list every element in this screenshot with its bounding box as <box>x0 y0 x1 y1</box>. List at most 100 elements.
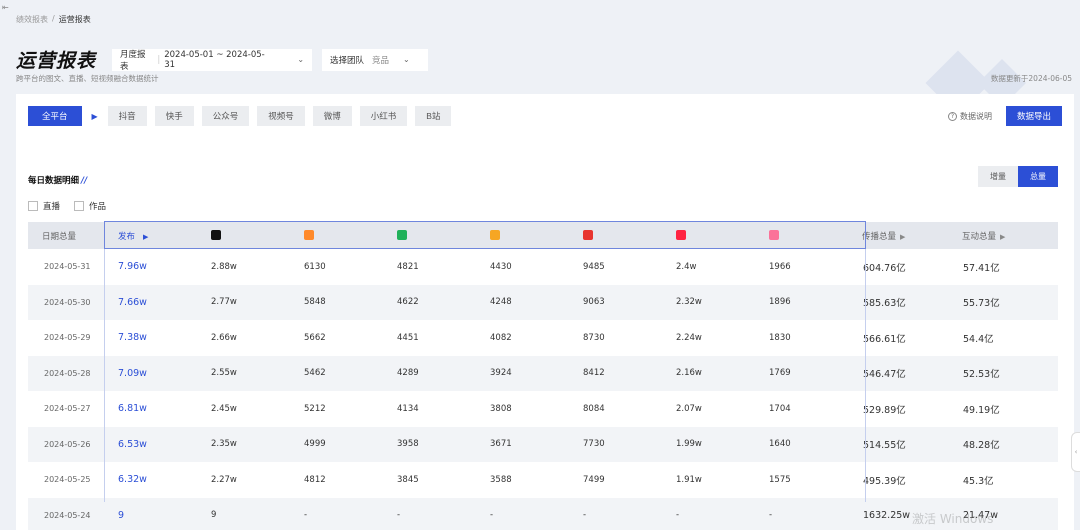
cell-douyin: 2.35w <box>211 439 237 450</box>
cell-wechat-channels: 3924 <box>490 368 512 379</box>
header-xiaohongshu <box>662 230 755 241</box>
cell-wechat-official: 4134 <box>397 403 419 414</box>
tab-xiaohongshu[interactable]: 小红书 <box>359 106 408 126</box>
cell-weibo: 7730 <box>583 439 605 450</box>
cell-douyin: 2.55w <box>211 368 237 379</box>
cell-weibo: 9485 <box>583 261 605 272</box>
wechat-channels-icon <box>490 230 500 241</box>
cell-date: 2024-05-29 <box>44 333 91 343</box>
breadcrumb-parent[interactable]: 绩效报表 <box>16 14 48 25</box>
cell-spread-total: 585.63亿 <box>863 298 906 310</box>
table-header-row: 日期总量 发布 ▶ 传播总量 ▶ 互动总量 ▶ <box>28 222 1058 249</box>
cell-kuaishou: 6130 <box>304 261 326 272</box>
cell-bilibili: 1575 <box>769 474 791 485</box>
kuaishou-icon <box>304 230 314 241</box>
cell-spread-total: 546.47亿 <box>863 369 906 381</box>
cell-kuaishou: 5212 <box>304 403 326 414</box>
cell-publish[interactable]: 6.81w <box>104 403 197 414</box>
cell-bilibili: 1966 <box>769 261 791 272</box>
header-interact-total[interactable]: 互动总量 ▶ <box>948 230 1058 242</box>
cell-spread-total: 495.39亿 <box>863 475 906 487</box>
filter-works-label: 作品 <box>89 202 107 212</box>
checkbox[interactable] <box>28 201 38 211</box>
cell-wechat-official: 4451 <box>397 332 419 343</box>
cell-publish[interactable]: 7.38w <box>104 332 197 343</box>
cell-weibo: 8084 <box>583 403 605 414</box>
cell-publish[interactable]: 9 <box>104 510 197 521</box>
os-watermark: 激活 Windows <box>912 512 994 526</box>
cell-bilibili: 1704 <box>769 403 791 414</box>
header-wechat-channels <box>476 230 569 241</box>
page-subtitle: 跨平台的图文、直播、短视频融合数据统计 <box>16 74 159 83</box>
header-interact-label: 互动总量 <box>962 231 997 242</box>
cell-date: 2024-05-25 <box>44 475 91 485</box>
filter-works[interactable]: 作品 <box>74 200 106 212</box>
chevron-down-icon: ⌄ <box>297 55 305 64</box>
tab-wechat-channels[interactable]: 视频号 <box>257 106 305 126</box>
tab-wechat-official[interactable]: 公众号 <box>201 106 250 126</box>
cell-publish[interactable]: 6.32w <box>104 474 197 485</box>
page-title: 运营报表 <box>16 50 97 72</box>
cell-interact-total: 49.19亿 <box>963 404 1000 416</box>
header-bilibili <box>755 230 848 241</box>
cell-interact-total: 55.73亿 <box>963 298 1000 310</box>
cell-wechat-channels: 3588 <box>490 474 512 485</box>
header-weibo <box>569 230 662 241</box>
cell-publish[interactable]: 7.66w <box>104 297 197 308</box>
checkbox[interactable] <box>74 201 85 211</box>
cell-kuaishou: 4999 <box>304 439 326 450</box>
header-wechat-official <box>383 230 476 241</box>
team-select-dropdown[interactable]: 选择团队 竞品 ⌄ <box>322 48 429 71</box>
header-spread-label: 传播总量 <box>862 231 897 242</box>
date-range-value: 2024-05-01 ~ 2024-05-31 <box>164 49 265 70</box>
cell-bilibili: 1769 <box>769 368 791 379</box>
cell-douyin: 2.66w <box>211 332 237 343</box>
tab-all-platforms[interactable]: 全平台 <box>28 106 82 126</box>
cell-date: 2024-05-28 <box>44 368 91 378</box>
cell-interact-total: 54.4亿 <box>963 333 994 345</box>
wechat-official-icon <box>397 230 407 241</box>
header-spread-total[interactable]: 传播总量 ▶ <box>848 230 948 242</box>
cell-date: 2024-05-31 <box>44 262 91 272</box>
breadcrumb-current: 运营报表 <box>58 15 91 24</box>
cell-wechat-official: 3845 <box>397 474 419 485</box>
side-scroll-tab[interactable]: ‹ <box>1071 432 1080 472</box>
cell-weibo: 7499 <box>583 474 605 485</box>
cell-publish[interactable]: 7.09w <box>104 368 197 379</box>
filter-live-label: 直播 <box>43 202 61 212</box>
cell-kuaishou: 5662 <box>304 332 326 343</box>
filter-live[interactable]: 直播 <box>28 200 60 212</box>
table-row: 2024-05-29 7.38w 2.66w 5662 4451 4082 8730 2.24… <box>28 320 1058 356</box>
table-body: 2024-05-31 7.96w 2.88w 6130 4821 4430 9485 2.4w… <box>28 249 1058 530</box>
cell-kuaishou: 5462 <box>304 368 326 379</box>
question-circle-icon: ? <box>948 112 957 121</box>
team-select-value: 竞品 <box>372 55 390 66</box>
douyin-icon <box>211 230 221 241</box>
cell-wechat-official: 4622 <box>397 297 419 308</box>
tab-douyin[interactable]: 抖音 <box>107 106 147 126</box>
tab-weibo[interactable]: 微博 <box>312 106 352 126</box>
tab-kuaishou[interactable]: 快手 <box>154 106 194 126</box>
collapse-sidebar-icon[interactable]: ⇤ <box>2 3 9 12</box>
cell-publish[interactable]: 6.53w <box>104 439 197 450</box>
toggle-total[interactable]: 总量 <box>1018 166 1058 187</box>
cell-weibo: 8730 <box>583 332 605 343</box>
table-row: 2024-05-27 6.81w 2.45w 5212 4134 3808 8084 2.07… <box>28 391 1058 427</box>
cell-bilibili: 1896 <box>769 297 791 308</box>
data-explain-link[interactable]: ? 数据说明 <box>948 111 992 122</box>
toggle-increment[interactable]: 增量 <box>978 166 1018 187</box>
cell-kuaishou: 5848 <box>304 297 326 308</box>
report-range-dropdown[interactable]: 月度报表 | 2024-05-01 ~ 2024-05-31 ⌄ <box>112 48 313 72</box>
cell-date: 2024-05-26 <box>44 439 91 449</box>
tab-bilibili[interactable]: B站 <box>415 106 452 126</box>
table-row: 2024-05-25 6.32w 2.27w 4812 3845 3588 7499 1.91… <box>28 462 1058 498</box>
header-publish[interactable]: 发布 ▶ <box>104 230 197 242</box>
cell-publish[interactable]: 7.96w <box>104 261 197 272</box>
daily-data-table: 日期总量 发布 ▶ 传播总量 ▶ 互动总量 ▶ 2024-05-31 7.96w 2.88… <box>28 222 1058 530</box>
header-publish-label: 发布 <box>118 231 136 242</box>
cell-xiaohongshu: 2.16w <box>676 368 702 379</box>
cell-interact-total: 45.3亿 <box>963 475 994 487</box>
section-title-text: 每日数据明细 <box>28 176 80 186</box>
export-button[interactable]: 数据导出 <box>1006 106 1062 126</box>
cell-douyin: 2.27w <box>211 474 237 485</box>
